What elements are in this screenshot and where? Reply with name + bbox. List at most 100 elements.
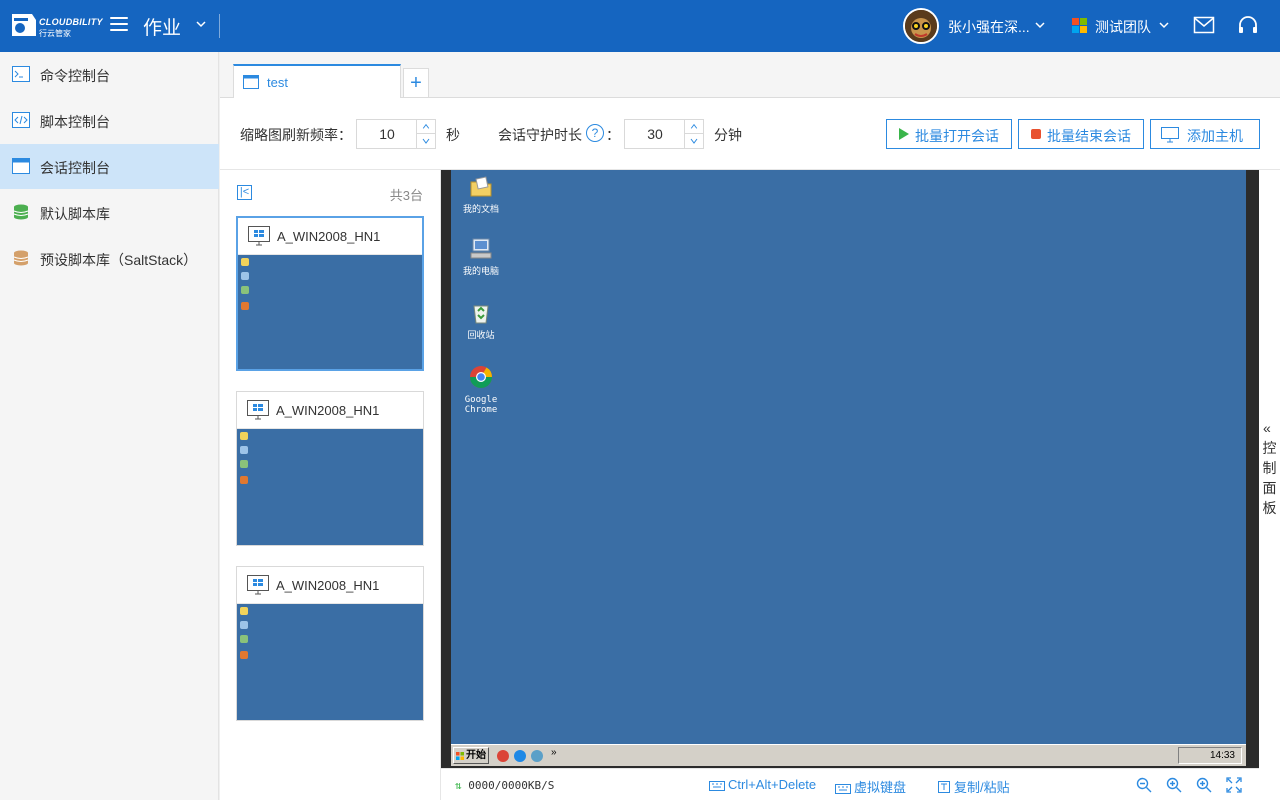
- add-tab-button[interactable]: +: [403, 68, 429, 98]
- monitor-icon: [1161, 127, 1179, 143]
- zoom-fit-icon[interactable]: [1196, 777, 1212, 793]
- add-host-label: 添加主机: [1187, 128, 1243, 144]
- keepalive-input[interactable]: [625, 120, 685, 148]
- sidebar-item-label: 脚本控制台: [40, 114, 110, 130]
- clipboard-icon: [938, 781, 950, 793]
- host-thumbnail: [237, 429, 423, 545]
- refresh-rate-input[interactable]: [357, 120, 417, 148]
- host-name: A_WIN2008_HN1: [276, 578, 380, 593]
- logo[interactable]: CLOUDBILITY 行云管家: [10, 10, 105, 42]
- user-name[interactable]: 张小强在深...: [948, 17, 1030, 37]
- chevron-down-icon[interactable]: [195, 18, 207, 30]
- team-name[interactable]: 测试团队: [1095, 17, 1151, 37]
- desktop-icon-my-computer[interactable]: 我的电脑: [451, 236, 511, 277]
- host-list: |< 共3台 A_WIN2008_HN1 A_WIN2008_HN1 A_WIN…: [220, 170, 441, 800]
- sidebar-item-preset-scripts[interactable]: 预设脚本库（SaltStack）: [0, 236, 219, 281]
- chrome-icon: [470, 366, 492, 388]
- transfer-speed: ⇅ 0000/0000KB/S: [455, 779, 555, 792]
- host-name: A_WIN2008_HN1: [276, 403, 380, 418]
- open-sessions-button[interactable]: 批量打开会话: [886, 119, 1012, 149]
- main-panel: test + 缩略图刷新频率： 秒 会话守护时长 ? ： 分钟 批量打开会话: [220, 52, 1280, 800]
- end-sessions-button[interactable]: 批量结束会话: [1018, 119, 1144, 149]
- system-tray: 14:33: [1178, 747, 1242, 764]
- terminal-icon: [12, 66, 30, 82]
- copy-paste-button[interactable]: 复制/粘贴: [937, 777, 1010, 796]
- clock: 14:33: [1209, 750, 1235, 761]
- sidebar-item-session-console[interactable]: 会话控制台: [0, 144, 219, 189]
- transfer-arrows-icon: ⇅: [455, 779, 462, 792]
- decrement-icon[interactable]: [417, 134, 435, 148]
- keyboard-icon: [835, 784, 851, 794]
- sidebar: 命令控制台 脚本控制台 会话控制台 默认脚本库 预设脚本库（SaltStack）: [0, 52, 219, 800]
- module-title[interactable]: 作业: [143, 13, 181, 40]
- start-label: 开始: [466, 750, 486, 761]
- desktop-icon-label: 我的电脑: [462, 267, 499, 277]
- sidebar-item-command-console[interactable]: 命令控制台: [0, 52, 219, 97]
- zoom-in-icon[interactable]: [1166, 777, 1182, 793]
- tab-test[interactable]: test: [233, 64, 401, 99]
- add-host-button[interactable]: 添加主机: [1150, 119, 1260, 149]
- database-green-icon: [13, 204, 29, 220]
- windows-host-icon: [247, 575, 269, 595]
- remote-desktop-screen[interactable]: 我的文档 我的电脑 回收站 Google Chrome: [451, 170, 1246, 744]
- divider: [219, 14, 220, 38]
- ctrl-alt-delete-button[interactable]: Ctrl+Alt+Delete: [709, 777, 816, 792]
- recycle-bin-icon: [473, 305, 489, 324]
- brand-subtitle: 行云管家: [39, 29, 71, 38]
- host-card[interactable]: A_WIN2008_HN1: [236, 566, 424, 721]
- window-icon: [243, 75, 259, 89]
- taskbar-explorer-icon[interactable]: [531, 750, 543, 762]
- help-icon[interactable]: ?: [586, 124, 604, 142]
- taskbar-overflow-icon[interactable]: »: [551, 747, 557, 758]
- start-button[interactable]: 开始: [453, 747, 489, 764]
- double-chevron-left-icon: «: [1263, 420, 1271, 436]
- taskbar-chrome-icon[interactable]: [497, 750, 509, 762]
- code-icon: [12, 112, 30, 128]
- menu-icon[interactable]: [110, 17, 128, 33]
- tab-bar: test +: [220, 52, 1280, 99]
- sidebar-item-label: 预设脚本库（SaltStack）: [40, 252, 198, 268]
- database-orange-icon: [13, 250, 29, 266]
- desktop-icon-google-chrome[interactable]: Google Chrome: [451, 364, 511, 415]
- end-sessions-label: 批量结束会话: [1047, 128, 1131, 144]
- sidebar-item-script-console[interactable]: 脚本控制台: [0, 98, 219, 143]
- increment-icon[interactable]: [685, 120, 703, 134]
- mail-icon[interactable]: [1193, 16, 1215, 34]
- desktop-icon-my-documents[interactable]: 我的文档: [451, 174, 511, 215]
- folder-icon: [470, 176, 492, 197]
- remote-desktop-viewer[interactable]: 我的文档 我的电脑 回收站 Google Chrome 开始 » 14:33: [441, 170, 1259, 768]
- host-card[interactable]: A_WIN2008_HN1: [236, 391, 424, 546]
- tab-label: test: [267, 75, 288, 90]
- increment-icon[interactable]: [417, 120, 435, 134]
- host-thumbnail: [238, 255, 422, 369]
- host-count: 共3台: [389, 188, 423, 203]
- taskbar-ie-icon[interactable]: [514, 750, 526, 762]
- avatar[interactable]: [903, 8, 939, 44]
- keepalive-colon: ：: [606, 127, 620, 143]
- windows-logo-icon: [456, 752, 464, 760]
- fullscreen-icon[interactable]: [1226, 777, 1242, 793]
- virtual-keyboard-button[interactable]: 虚拟键盘: [835, 777, 906, 796]
- sidebar-item-label: 默认脚本库: [40, 206, 110, 222]
- headset-icon[interactable]: [1237, 15, 1259, 37]
- decrement-icon[interactable]: [685, 134, 703, 148]
- host-card[interactable]: A_WIN2008_HN1: [236, 216, 424, 371]
- refresh-rate-label: 缩略图刷新频率：: [240, 127, 352, 143]
- chevron-down-icon[interactable]: [1034, 19, 1046, 31]
- zoom-out-icon[interactable]: [1136, 777, 1152, 793]
- refresh-rate-stepper[interactable]: [356, 119, 436, 149]
- open-sessions-label: 批量打开会话: [915, 128, 999, 144]
- brand-name: CLOUDBILITY: [39, 17, 103, 27]
- top-bar: CLOUDBILITY 行云管家 作业 张小强在深... 测试团队: [0, 0, 1280, 52]
- keepalive-stepper[interactable]: [624, 119, 704, 149]
- desktop-icon-label: 我的文档: [462, 205, 499, 215]
- windows-host-icon: [247, 400, 269, 420]
- remote-taskbar: 开始 » 14:33: [451, 744, 1246, 766]
- chevron-down-icon[interactable]: [1158, 19, 1170, 31]
- desktop-icon-recycle-bin[interactable]: 回收站: [451, 300, 511, 341]
- status-bar: ⇅ 0000/0000KB/S Ctrl+Alt+Delete 虚拟键盘 复制/…: [441, 768, 1259, 800]
- logo-mark-icon: [12, 14, 36, 36]
- collapse-icon[interactable]: |<: [237, 185, 252, 200]
- sidebar-item-default-scripts[interactable]: 默认脚本库: [0, 190, 219, 235]
- control-panel-toggle[interactable]: « 控制面板: [1259, 170, 1280, 800]
